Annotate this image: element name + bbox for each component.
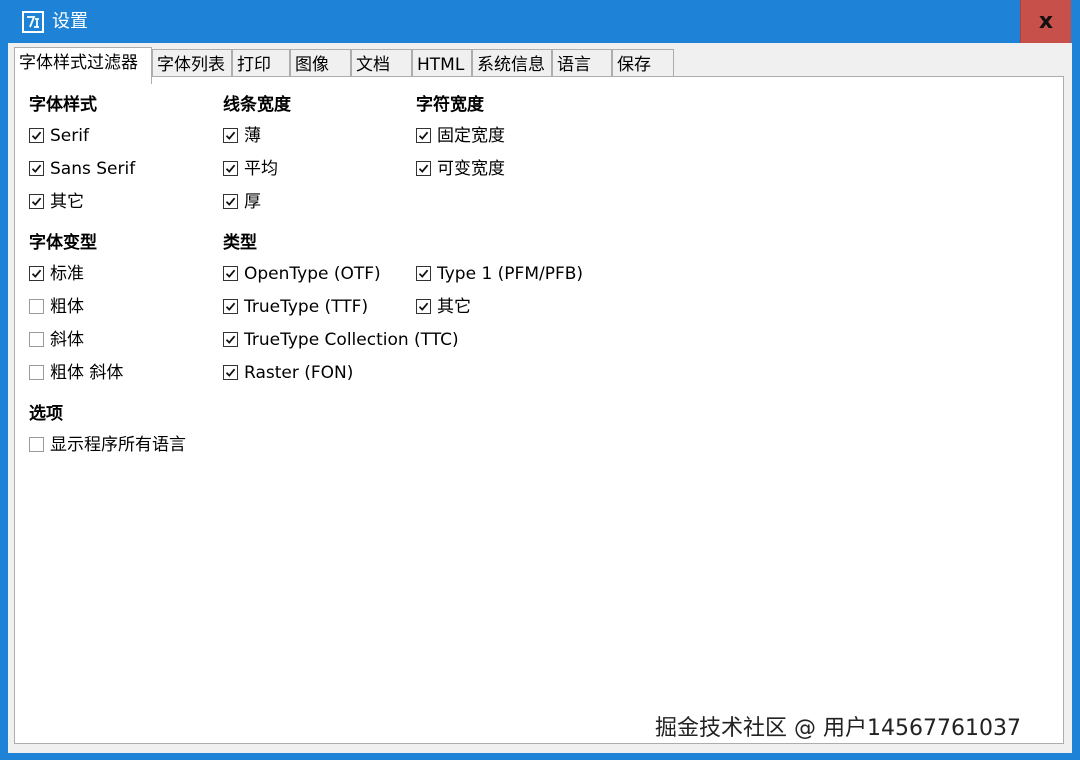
app-icon: [22, 11, 44, 33]
checkmark-icon: [418, 269, 429, 278]
checkbox-label: 其它: [437, 297, 471, 317]
type-heading: 类型: [223, 233, 257, 253]
checkmark-icon: [418, 131, 429, 140]
checkbox-box[interactable]: [223, 365, 238, 380]
window-title: 设置: [52, 11, 88, 32]
checkmark-icon: [418, 302, 429, 311]
checkmark-icon: [225, 164, 236, 173]
checkbox-box[interactable]: [29, 161, 44, 176]
checkbox-box[interactable]: [416, 128, 431, 143]
checkmark-icon: [418, 164, 429, 173]
checkbox-box[interactable]: [29, 266, 44, 281]
checkbox-box[interactable]: [223, 332, 238, 347]
checkbox-label: 固定宽度: [437, 126, 505, 146]
checkbox-box[interactable]: [29, 437, 44, 452]
checkbox-box[interactable]: [29, 365, 44, 380]
checkbox-box[interactable]: [416, 299, 431, 314]
font-style-heading: 字体样式: [29, 95, 97, 115]
checkbox-box[interactable]: [223, 161, 238, 176]
checkmark-icon: [31, 269, 42, 278]
watermark-text: 掘金技术社区 @ 用户14567761037: [655, 716, 1021, 741]
close-button[interactable]: x: [1020, 0, 1071, 43]
line-width-heading: 线条宽度: [223, 95, 291, 115]
checkbox-box[interactable]: [223, 194, 238, 209]
dialog-client: 字体样式过滤器 字体列表 打印 图像 文档 HTML 系统信息 语言 保存 字体…: [8, 43, 1072, 753]
checkbox-label: 粗体: [50, 297, 84, 317]
checkmark-icon: [225, 197, 236, 206]
checkbox-box[interactable]: [29, 128, 44, 143]
checkbox-label: 显示程序所有语言: [50, 435, 186, 455]
char-width-heading: 字符宽度: [416, 95, 484, 115]
checkbox-box[interactable]: [29, 194, 44, 209]
checkmark-icon: [225, 335, 236, 344]
checkbox-label: Raster (FON): [244, 363, 354, 383]
checkmark-icon: [31, 197, 42, 206]
checkbox-box[interactable]: [416, 266, 431, 281]
title-bar[interactable]: 设置 x: [0, 0, 1080, 44]
checkbox-label: Type 1 (PFM/PFB): [437, 264, 584, 284]
checkbox-box[interactable]: [223, 266, 238, 281]
checkbox-label: TrueType (TTF): [244, 297, 369, 317]
checkbox-label: Serif: [50, 126, 89, 146]
checkbox-box[interactable]: [223, 128, 238, 143]
checkmark-icon: [225, 368, 236, 377]
checkmark-icon: [31, 164, 42, 173]
checkbox-label: 斜体: [50, 330, 84, 350]
checkbox-box[interactable]: [223, 299, 238, 314]
options-heading: 选项: [29, 404, 63, 424]
checkbox-label: 粗体 斜体: [50, 363, 124, 383]
checkbox-box[interactable]: [29, 299, 44, 314]
checkbox-label: TrueType Collection (TTC): [244, 330, 459, 350]
checkbox-label: Sans Serif: [50, 159, 136, 179]
tab-font-style-filter[interactable]: 字体样式过滤器: [14, 47, 152, 84]
checkbox-box[interactable]: [416, 161, 431, 176]
checkbox-label: 可变宽度: [437, 159, 505, 179]
checkbox-label: 厚: [244, 192, 261, 212]
tab-panel: 字体样式 线条宽度 字符宽度 Serif Sans Serif 其它 薄 平均 …: [14, 76, 1064, 744]
checkbox-box[interactable]: [29, 332, 44, 347]
checkbox-label: 平均: [244, 159, 278, 179]
font-variant-heading: 字体变型: [29, 233, 97, 253]
checkmark-icon: [225, 302, 236, 311]
checkbox-label: 薄: [244, 126, 261, 146]
checkmark-icon: [31, 131, 42, 140]
checkmark-icon: [225, 131, 236, 140]
checkbox-label: 其它: [50, 192, 84, 212]
checkbox-label: 标准: [50, 264, 84, 284]
checkbox-label: OpenType (OTF): [244, 264, 381, 284]
settings-window: 设置 x 字体样式过滤器 字体列表 打印 图像 文档 HTML 系统信息 语言 …: [0, 0, 1080, 760]
checkmark-icon: [225, 269, 236, 278]
